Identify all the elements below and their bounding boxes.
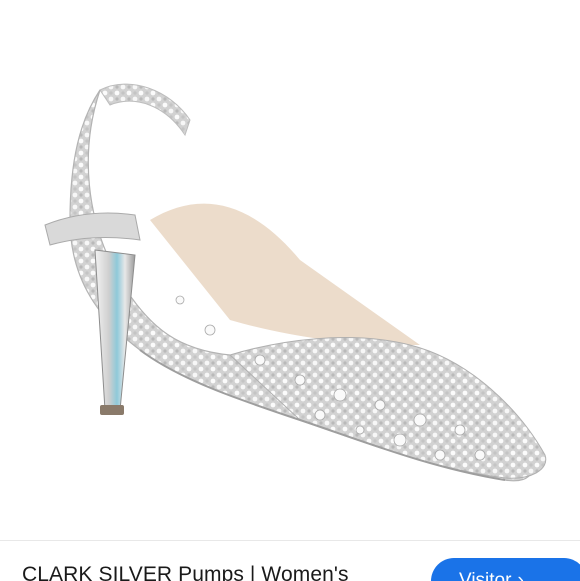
chevron-right-icon: › [517,570,524,581]
heel-tip [100,405,124,415]
slingback-strap [99,83,191,137]
visitor-button[interactable]: Visitor › [431,558,580,581]
visitor-label: Visitor [459,570,512,581]
shoe-illustration [44,83,547,482]
shoe-lining [150,203,420,345]
product-title[interactable]: CLARK SILVER Pumps | Women's [22,563,349,581]
listing-footer: CLARK SILVER Pumps | Women's Visitor › [0,540,580,581]
product-image[interactable] [0,0,580,540]
